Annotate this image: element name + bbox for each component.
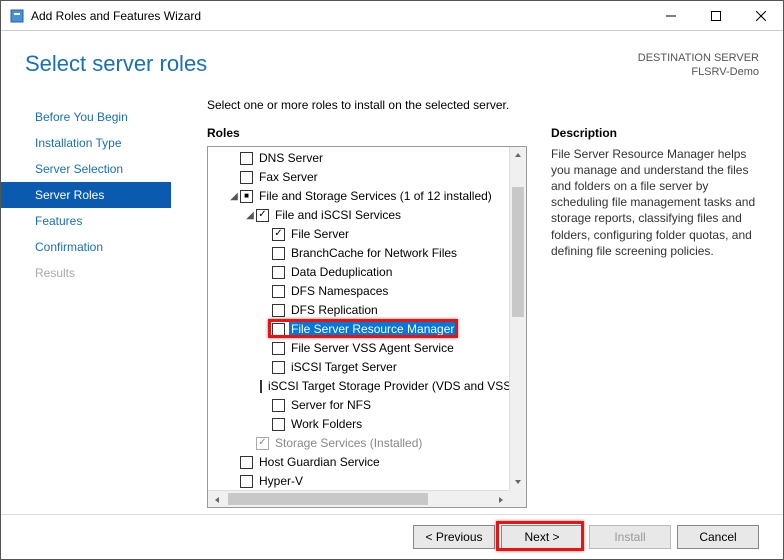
step-server-roles[interactable]: Server Roles bbox=[1, 182, 171, 208]
tree-node[interactable]: iSCSI Target Storage Provider (VDS and V… bbox=[208, 377, 509, 396]
step-installation-type[interactable]: Installation Type bbox=[1, 130, 171, 156]
tree-node-label[interactable]: Host Guardian Service bbox=[257, 455, 382, 469]
next-button[interactable]: Next > bbox=[501, 525, 583, 549]
tree-node-label[interactable]: Hyper-V bbox=[257, 474, 305, 488]
horizontal-scrollbar[interactable] bbox=[208, 490, 509, 507]
maximize-button[interactable] bbox=[693, 1, 738, 30]
install-button: Install bbox=[589, 525, 671, 549]
tree-node[interactable]: Host Guardian Service bbox=[208, 453, 509, 472]
hscroll-thumb[interactable] bbox=[228, 493, 428, 505]
tree-node-label[interactable]: Storage Services (Installed) bbox=[273, 436, 424, 450]
footer: < Previous Next > Install Cancel bbox=[1, 514, 783, 559]
scroll-left-icon[interactable] bbox=[208, 492, 225, 509]
checkbox[interactable] bbox=[272, 342, 285, 355]
tree-node-label[interactable]: Work Folders bbox=[289, 417, 364, 431]
cancel-button[interactable]: Cancel bbox=[677, 525, 759, 549]
tree-node-label[interactable]: Data Deduplication bbox=[289, 265, 394, 279]
tree-node-label[interactable]: iSCSI Target Storage Provider (VDS and V… bbox=[266, 379, 509, 393]
tree-node-label[interactable]: Fax Server bbox=[257, 170, 320, 184]
checkbox[interactable] bbox=[272, 323, 285, 336]
tree-node[interactable]: File Server bbox=[208, 225, 509, 244]
minimize-button[interactable] bbox=[648, 1, 693, 30]
tree-node[interactable]: Data Deduplication bbox=[208, 263, 509, 282]
tree-node-label[interactable]: DFS Replication bbox=[289, 303, 380, 317]
tree-node-label[interactable]: File Server Resource Manager bbox=[289, 322, 456, 336]
roles-tree[interactable]: DNS ServerFax Server◢File and Storage Se… bbox=[208, 147, 509, 490]
checkbox[interactable] bbox=[272, 285, 285, 298]
checkbox[interactable] bbox=[240, 190, 253, 203]
tree-node[interactable]: Hyper-V bbox=[208, 472, 509, 490]
tree-node[interactable]: BranchCache for Network Files bbox=[208, 244, 509, 263]
tree-node[interactable]: Work Folders bbox=[208, 415, 509, 434]
step-server-selection[interactable]: Server Selection bbox=[1, 156, 171, 182]
tree-node[interactable]: File Server VSS Agent Service bbox=[208, 339, 509, 358]
scroll-down-icon[interactable] bbox=[510, 473, 526, 490]
checkbox[interactable] bbox=[272, 361, 285, 374]
destination-server: FLSRV-Demo bbox=[638, 65, 759, 79]
checkbox[interactable] bbox=[240, 152, 253, 165]
page-title: Select server roles bbox=[25, 51, 207, 77]
destination-info: DESTINATION SERVER FLSRV-Demo bbox=[638, 51, 759, 80]
tree-node[interactable]: DFS Replication bbox=[208, 301, 509, 320]
scroll-up-icon[interactable] bbox=[510, 147, 526, 164]
tree-node[interactable]: File Server Resource Manager bbox=[208, 320, 509, 339]
checkbox[interactable] bbox=[272, 266, 285, 279]
collapse-icon[interactable]: ◢ bbox=[244, 210, 256, 221]
tree-node-label[interactable]: File Server bbox=[289, 227, 351, 241]
titlebar: Add Roles and Features Wizard bbox=[1, 1, 783, 31]
step-before-you-begin[interactable]: Before You Begin bbox=[1, 104, 171, 130]
tree-node[interactable]: ◢ File and Storage Services (1 of 12 inst… bbox=[208, 187, 509, 206]
tree-node-label[interactable]: Server for NFS bbox=[289, 398, 373, 412]
window-title: Add Roles and Features Wizard bbox=[31, 9, 648, 23]
checkbox[interactable] bbox=[256, 209, 269, 222]
tree-node[interactable]: Fax Server bbox=[208, 168, 509, 187]
step-results: Results bbox=[1, 260, 171, 286]
scroll-right-icon[interactable] bbox=[492, 491, 509, 508]
tree-node[interactable]: iSCSI Target Server bbox=[208, 358, 509, 377]
previous-button[interactable]: < Previous bbox=[413, 525, 495, 549]
checkbox[interactable] bbox=[272, 399, 285, 412]
tree-node-label[interactable]: File Server VSS Agent Service bbox=[289, 341, 456, 355]
checkbox[interactable] bbox=[272, 304, 285, 317]
checkbox[interactable] bbox=[240, 171, 253, 184]
roles-heading: Roles bbox=[207, 126, 527, 140]
wizard-steps: Before You BeginInstallation TypeServer … bbox=[1, 98, 171, 508]
tree-node[interactable]: Storage Services (Installed) bbox=[208, 434, 509, 453]
tree-node-label[interactable]: iSCSI Target Server bbox=[289, 360, 399, 374]
checkbox[interactable] bbox=[240, 456, 253, 469]
checkbox[interactable] bbox=[272, 228, 285, 241]
description-text: File Server Resource Manager helps you m… bbox=[551, 146, 759, 259]
description-heading: Description bbox=[551, 126, 759, 140]
collapse-icon[interactable]: ◢ bbox=[228, 191, 240, 202]
header: Select server roles DESTINATION SERVER F… bbox=[1, 31, 783, 92]
checkbox[interactable] bbox=[260, 380, 262, 393]
checkbox[interactable] bbox=[272, 418, 285, 431]
destination-label: DESTINATION SERVER bbox=[638, 51, 759, 65]
instruction-text: Select one or more roles to install on t… bbox=[207, 98, 759, 112]
checkbox[interactable] bbox=[240, 475, 253, 488]
tree-node-label[interactable]: DNS Server bbox=[257, 151, 325, 165]
scroll-corner bbox=[509, 490, 526, 507]
tree-node-label[interactable]: File and Storage Services (1 of 12 insta… bbox=[257, 189, 494, 203]
tree-node-label[interactable]: File and iSCSI Services bbox=[273, 208, 403, 222]
app-icon bbox=[9, 8, 25, 24]
step-features[interactable]: Features bbox=[1, 208, 171, 234]
checkbox[interactable] bbox=[272, 247, 285, 260]
tree-node[interactable]: DFS Namespaces bbox=[208, 282, 509, 301]
close-button[interactable] bbox=[738, 1, 783, 30]
vertical-scrollbar[interactable] bbox=[509, 147, 526, 490]
tree-node[interactable]: Server for NFS bbox=[208, 396, 509, 415]
tree-node-label[interactable]: DFS Namespaces bbox=[289, 284, 390, 298]
wizard-window: Add Roles and Features Wizard Select ser… bbox=[0, 0, 784, 560]
vscroll-thumb[interactable] bbox=[512, 187, 524, 317]
step-confirmation[interactable]: Confirmation bbox=[1, 234, 171, 260]
roles-tree-container: DNS ServerFax Server◢File and Storage Se… bbox=[207, 146, 527, 508]
checkbox bbox=[256, 437, 269, 450]
tree-node[interactable]: DNS Server bbox=[208, 149, 509, 168]
tree-node-label[interactable]: BranchCache for Network Files bbox=[289, 246, 459, 260]
tree-node[interactable]: ◢ File and iSCSI Services bbox=[208, 206, 509, 225]
